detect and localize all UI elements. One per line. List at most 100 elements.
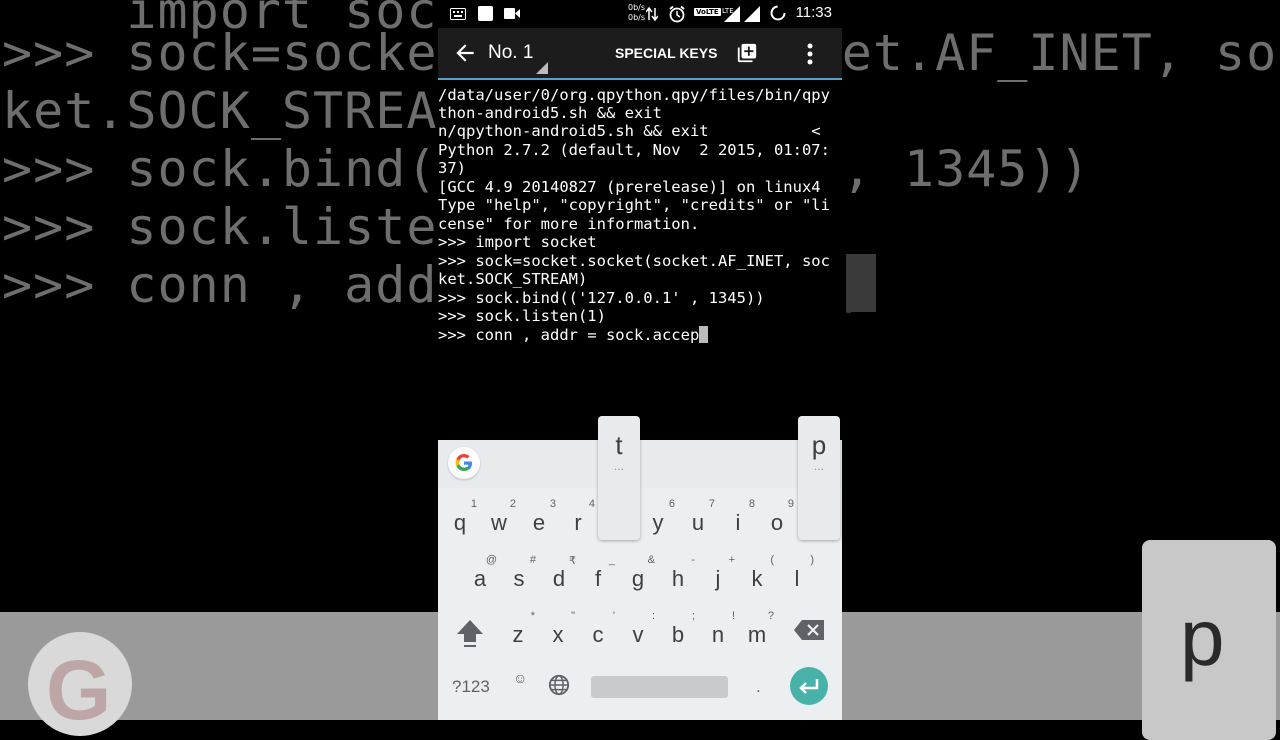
key-popup-t[interactable]: t … (598, 416, 640, 540)
key-hint: : (651, 610, 655, 622)
new-window-icon[interactable] (736, 42, 758, 64)
image-icon (478, 6, 493, 21)
popup-letter: p (811, 430, 827, 460)
key-d[interactable]: ₹ d (540, 554, 578, 598)
special-keys-button[interactable]: SPECIAL KEYS (615, 45, 717, 61)
key-k[interactable]: (k (738, 554, 776, 598)
signal-icon (744, 6, 760, 22)
bg-google-letter: G (46, 643, 112, 737)
key-label: j (715, 566, 721, 591)
key-label: x (552, 622, 564, 647)
video-icon (504, 8, 520, 19)
key-g[interactable]: & g (619, 554, 657, 598)
key-label: s (513, 566, 525, 591)
terminal-line: >>> sock.bind(('127.0.0.1' , 1345)) (438, 289, 765, 307)
terminal-line: [GCC 4.9 20140827 (prerelease)] on linux… (438, 178, 821, 196)
popup-letter: t (615, 430, 623, 460)
net-speed-down: 0b/s (628, 13, 646, 22)
key-hint: ; (691, 610, 695, 622)
session-title[interactable]: No. 1 (488, 42, 533, 64)
terminal-line: >>> sock.listen(1) (438, 307, 606, 325)
key-label: r (574, 510, 582, 535)
key-label: d (552, 566, 566, 591)
key-s[interactable]: # s (500, 554, 538, 598)
key-hint: - (691, 554, 695, 566)
key-hint: & (647, 554, 655, 566)
net-speed: 0b/s 0b/s (628, 3, 645, 23)
key-x[interactable]: " x (539, 610, 577, 654)
terminal-output[interactable]: /data/user/0/org.qpython.qpy/files/bin/q… (438, 80, 842, 416)
bg-cursor (846, 254, 876, 312)
key-label: b (671, 622, 685, 647)
key-label: u (691, 510, 705, 535)
key-i[interactable]: 8i (719, 498, 757, 542)
terminal-line: >>> sock=socket.socket(socket.AF_INET, s… (438, 252, 830, 270)
enter-button[interactable] (790, 667, 828, 705)
key-hint: ? (767, 610, 774, 622)
key-h[interactable]: -h (659, 554, 697, 598)
backspace-icon[interactable] (794, 620, 824, 640)
key-hint: ' (612, 610, 615, 622)
key-hint: 8 (748, 498, 755, 510)
battery-charging-icon (770, 5, 786, 21)
key-label: g (631, 566, 645, 591)
key-label: e (532, 510, 546, 535)
alarm-icon (669, 5, 685, 23)
key-q[interactable]: 1q (441, 498, 479, 542)
popup-more-dots: … (814, 462, 824, 473)
key-e[interactable]: 3e (520, 498, 558, 542)
key-label: c (592, 622, 604, 647)
back-arrow-icon[interactable] (452, 40, 478, 66)
key-l[interactable]: ) l (778, 554, 816, 598)
terminal-line: ket.SOCK_STREAM) (438, 270, 588, 288)
more-options-icon[interactable] (806, 42, 814, 66)
globe-icon[interactable] (548, 674, 570, 696)
phone-screen: 0b/s 0b/s VoLTE LTE 11:33 No. 1 SPECIAL (438, 0, 842, 720)
symbols-key[interactable]: ?123 (452, 677, 490, 697)
key-label: z (512, 622, 524, 647)
popup-more-dots: … (614, 462, 624, 473)
key-m[interactable]: ? m (738, 610, 776, 654)
key-c[interactable]: ' c (579, 610, 617, 654)
terminal-input-text: >>> conn , addr = sock.accep (438, 326, 700, 344)
key-label: k (751, 566, 763, 591)
bg-keycap-letter: p (1180, 593, 1225, 682)
key-o[interactable]: 9o (758, 498, 796, 542)
key-y[interactable]: 6y (639, 498, 677, 542)
terminal-input-line[interactable]: >>> conn , addr = sock.accep (438, 326, 709, 344)
key-z[interactable]: * z (499, 610, 537, 654)
space-bar[interactable] (591, 676, 728, 698)
terminal-line: Python 2.7.2 (default, Nov 2 2015, 01:07… (438, 141, 830, 159)
key-label: y (652, 510, 664, 535)
key-a[interactable]: @ a (461, 554, 499, 598)
key-hint: 7 (708, 498, 715, 510)
volte-badge: VoLTE (694, 8, 721, 16)
emoji-key[interactable]: ☺ (513, 670, 527, 686)
keyboard-icon (450, 8, 466, 20)
session-spinner-indicator[interactable] (536, 62, 548, 74)
terminal-line: 37) (438, 159, 466, 177)
key-label: v (632, 622, 644, 647)
shift-key-icon[interactable] (456, 618, 484, 648)
key-hint: 3 (549, 498, 556, 510)
action-bar: No. 1 SPECIAL KEYS (438, 28, 842, 80)
key-popup-p[interactable]: p … (798, 416, 840, 540)
key-n[interactable]: ! n (699, 610, 737, 654)
terminal-line: thon-android5.sh && exit (438, 104, 662, 122)
terminal-line: /data/user/0/org.qpython.qpy/files/bin/q… (438, 86, 830, 104)
key-f[interactable]: _ f (579, 554, 617, 598)
key-label: h (671, 566, 685, 591)
suggestion-strip (438, 440, 842, 488)
key-j[interactable]: + j (699, 554, 737, 598)
lte-signal-icon: LTE (722, 6, 740, 22)
key-label: q (453, 510, 467, 535)
period-key[interactable]: . (756, 677, 761, 697)
key-r[interactable]: 4r (559, 498, 597, 542)
key-hint: " (571, 610, 575, 622)
key-b[interactable]: ; b (659, 610, 697, 654)
key-v[interactable]: :v (619, 610, 657, 654)
key-u[interactable]: 7u (679, 498, 717, 542)
key-hint: ) (810, 554, 814, 566)
key-w[interactable]: 2w (480, 498, 518, 542)
google-search-button[interactable] (448, 447, 480, 479)
